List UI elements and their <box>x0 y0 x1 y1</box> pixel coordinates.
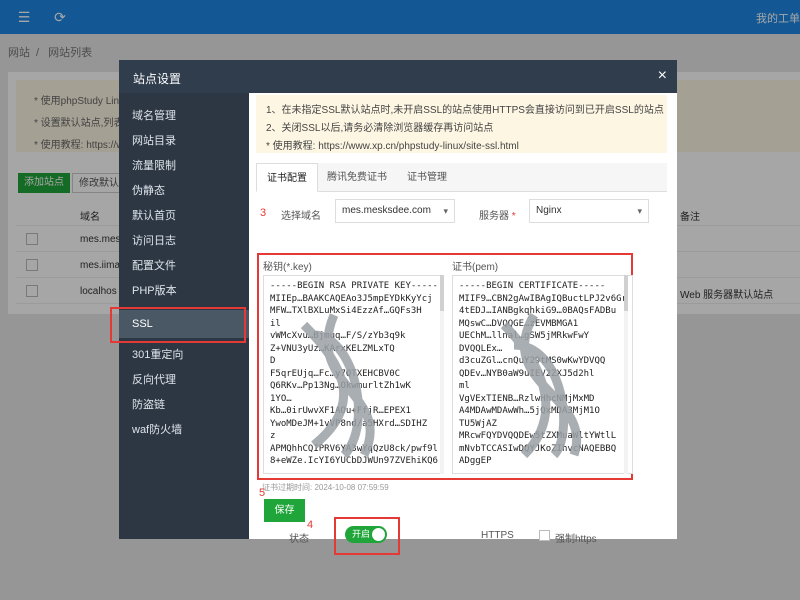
force-https-checkbox[interactable] <box>539 530 550 541</box>
close-icon[interactable]: × <box>658 67 667 85</box>
sidebar-item-domain[interactable]: 域名管理 <box>119 104 249 129</box>
certificate-textarea[interactable]: -----BEGIN CERTIFICATE----- MIIF9…CBN2gA… <box>452 275 633 474</box>
sidebar-item-reverse-proxy[interactable]: 反向代理 <box>119 368 249 393</box>
private-key-scrollbar[interactable] <box>440 275 444 474</box>
chevron-down-icon: ▾ <box>637 206 642 216</box>
certificate-scrollbar[interactable] <box>624 275 628 474</box>
sidebar-item-config-file[interactable]: 配置文件 <box>119 254 249 279</box>
modal-title: 站点设置 <box>133 72 182 86</box>
site-settings-modal: 站点设置 × 域名管理 网站目录 流量限制 伪静态 默认首页 访问日志 配置文件… <box>110 60 677 555</box>
domain-select-value: mes.mesksdee.com <box>342 205 431 216</box>
domain-select[interactable]: mes.mesksdee.com ▾ <box>335 199 455 223</box>
status-row: 状态 4 开启 HTTPS 强制https <box>257 517 667 555</box>
server-select-value: Nginx <box>536 205 562 216</box>
server-label: 服务器 * <box>479 207 516 222</box>
tab-cert-manage[interactable]: 证书管理 <box>396 163 458 192</box>
settings-sidebar: 域名管理 网站目录 流量限制 伪静态 默认首页 访问日志 配置文件 PHP版本 … <box>110 93 249 539</box>
tip-line: * 使用教程: https://www.xp.cn/phpstudy-linux… <box>266 141 519 152</box>
private-key-label: 秘钥(*.key) <box>263 262 312 273</box>
scroll-thumb[interactable] <box>440 275 444 311</box>
ssl-panel: 1、在未指定SSL默认站点时,未开启SSL的站点使用HTTPS会直接访问到已开启… <box>249 93 677 555</box>
highlight-box <box>334 517 400 555</box>
sidebar-item-waf[interactable]: waf防火墙 <box>119 418 249 443</box>
status-label: 状态 <box>289 534 309 545</box>
required-mark: * <box>511 211 516 222</box>
server-label-text: 服务器 <box>479 211 509 222</box>
sidebar-item-default-index[interactable]: 默认首页 <box>119 204 249 229</box>
modal-header: 站点设置 × <box>119 60 677 93</box>
sidebar-item-rewrite[interactable]: 伪静态 <box>119 179 249 204</box>
highlight-box <box>110 307 246 343</box>
force-https-label: 强制https <box>555 534 597 545</box>
step-number: 5 <box>259 487 266 499</box>
sidebar-item-traffic-limit[interactable]: 流量限制 <box>119 154 249 179</box>
save-button[interactable]: 保存 <box>264 499 305 522</box>
tip-line: 2、关闭SSL以后,请务必清除浏览器缓存再访问站点 <box>266 123 494 134</box>
tip-line: 1、在未指定SSL默认站点时,未开启SSL的站点使用HTTPS会直接访问到已开启… <box>266 105 664 116</box>
key-cert-box: 秘钥(*.key) 证书(pem) -----BEGIN RSA PRIVATE… <box>257 253 633 480</box>
sidebar-item-php-version[interactable]: PHP版本 <box>119 279 249 304</box>
ssl-tips: 1、在未指定SSL默认站点时,未开启SSL的站点使用HTTPS会直接访问到已开启… <box>256 95 667 153</box>
ssl-tabs: 证书配置 腾讯免费证书 证书管理 <box>256 163 667 192</box>
certificate-label: 证书(pem) <box>452 262 499 273</box>
tab-tencent-free-cert[interactable]: 腾讯免费证书 <box>320 163 394 192</box>
step-number: 3 <box>260 207 267 219</box>
sidebar-item-site-dir[interactable]: 网站目录 <box>119 129 249 154</box>
step-number: 4 <box>307 519 314 531</box>
tab-cert-config[interactable]: 证书配置 <box>256 163 318 192</box>
cert-expire-text: 证书过期时间: 2024-10-08 07:59:59 <box>262 483 389 492</box>
server-select[interactable]: Nginx ▾ <box>529 199 649 223</box>
private-key-textarea[interactable]: -----BEGIN RSA PRIVATE KEY----- MIIEp…BA… <box>263 275 444 474</box>
sidebar-item-redirect[interactable]: 301重定向 <box>119 343 249 368</box>
https-label: HTTPS <box>481 530 514 541</box>
scroll-thumb[interactable] <box>624 275 628 311</box>
chevron-down-icon: ▾ <box>443 206 448 216</box>
sidebar-item-hotlink[interactable]: 防盗链 <box>119 393 249 418</box>
sidebar-item-access-log[interactable]: 访问日志 <box>119 229 249 254</box>
domain-label: 选择域名 <box>281 211 321 222</box>
